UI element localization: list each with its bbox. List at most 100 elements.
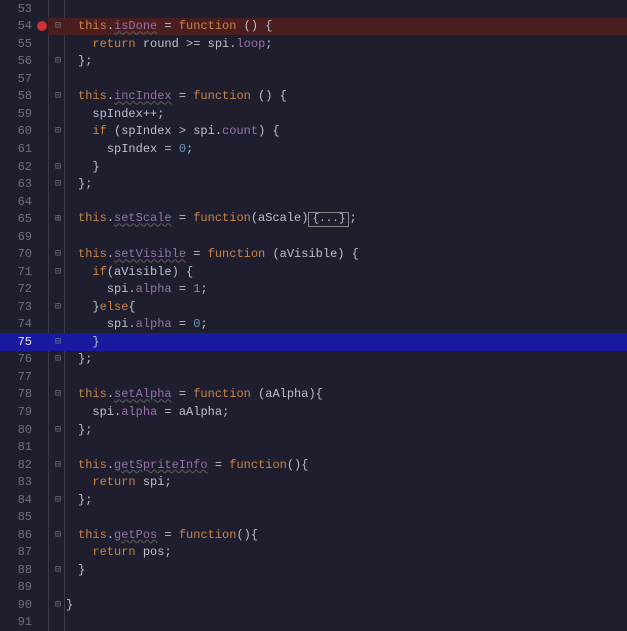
code-content[interactable]: spi.alpha = 1; <box>66 282 627 296</box>
code-line-71[interactable]: 71⊟ if(aVisible) { <box>0 263 627 281</box>
code-line-90[interactable]: 90⊟} <box>0 596 627 614</box>
token: . <box>107 211 114 225</box>
code-line-91[interactable]: 91 <box>0 614 627 631</box>
token: . <box>128 282 135 296</box>
fold-collapse-icon[interactable]: ⊟ <box>50 55 66 67</box>
fold-expand-icon[interactable]: ⊞ <box>50 213 66 225</box>
fold-collapse-icon[interactable]: ⊟ <box>50 459 66 471</box>
code-content[interactable]: return pos; <box>66 545 627 559</box>
code-content[interactable]: }; <box>66 54 627 68</box>
code-content[interactable]: spi.alpha = aAlpha; <box>66 405 627 419</box>
token: spi <box>186 124 215 138</box>
code-line-56[interactable]: 56⊟}; <box>0 53 627 71</box>
code-content[interactable]: } <box>66 335 627 349</box>
line-number: 88 <box>0 563 34 577</box>
code-line-77[interactable]: 77 <box>0 368 627 386</box>
token: = <box>172 282 194 296</box>
code-content[interactable]: this.incIndex = function () { <box>66 89 627 103</box>
token: spi <box>136 475 165 489</box>
code-content[interactable]: this.getPos = function(){ <box>66 528 627 542</box>
code-line-85[interactable]: 85 <box>0 508 627 526</box>
code-line-84[interactable]: 84⊟}; <box>0 491 627 509</box>
fold-collapse-icon[interactable]: ⊟ <box>50 178 66 190</box>
breakpoint-gutter[interactable] <box>34 21 50 31</box>
code-content[interactable]: if (spIndex > spi.count) { <box>66 124 627 138</box>
fold-collapse-icon[interactable]: ⊟ <box>50 20 66 32</box>
code-line-55[interactable]: 55 return round >= spi.loop; <box>0 35 627 53</box>
code-line-69[interactable]: 69 <box>0 228 627 246</box>
code-content[interactable]: }; <box>66 493 627 507</box>
code-line-79[interactable]: 79 spi.alpha = aAlpha; <box>0 403 627 421</box>
code-content[interactable]: }; <box>66 352 627 366</box>
code-content[interactable]: return spi; <box>66 475 627 489</box>
code-line-63[interactable]: 63⊟}; <box>0 175 627 193</box>
code-line-72[interactable]: 72 spi.alpha = 1; <box>0 281 627 299</box>
code-line-75[interactable]: 75⊟ } <box>0 333 627 351</box>
code-content[interactable]: } <box>66 598 627 612</box>
token: } <box>78 335 100 349</box>
code-line-87[interactable]: 87 return pos; <box>0 543 627 561</box>
token: this <box>78 247 107 261</box>
code-content[interactable]: }; <box>66 177 627 191</box>
fold-collapse-icon[interactable]: ⊟ <box>50 564 66 576</box>
fold-collapse-icon[interactable]: ⊟ <box>50 248 66 260</box>
code-content[interactable]: spIndex++; <box>66 107 627 121</box>
code-line-80[interactable]: 80⊟}; <box>0 421 627 439</box>
fold-collapse-icon[interactable]: ⊟ <box>50 494 66 506</box>
code-editor[interactable]: 5354⊟this.isDone = function () {55 retur… <box>0 0 627 631</box>
code-line-57[interactable]: 57 <box>0 70 627 88</box>
token: setAlpha <box>114 387 172 401</box>
code-line-73[interactable]: 73⊟ }else{ <box>0 298 627 316</box>
fold-collapse-icon[interactable]: ⊟ <box>50 336 66 348</box>
token: ; <box>157 107 164 121</box>
fold-collapse-icon[interactable]: ⊟ <box>50 529 66 541</box>
code-line-61[interactable]: 61 spIndex = 0; <box>0 140 627 158</box>
token: this <box>78 387 107 401</box>
code-line-64[interactable]: 64 <box>0 193 627 211</box>
code-content[interactable]: spi.alpha = 0; <box>66 317 627 331</box>
fold-collapse-icon[interactable]: ⊟ <box>50 161 66 173</box>
code-line-60[interactable]: 60⊟ if (spIndex > spi.count) { <box>0 123 627 141</box>
code-content[interactable]: this.setAlpha = function (aAlpha){ <box>66 387 627 401</box>
fold-collapse-icon[interactable]: ⊟ <box>50 353 66 365</box>
code-content[interactable]: this.isDone = function () { <box>66 19 627 33</box>
code-content[interactable]: if(aVisible) { <box>66 265 627 279</box>
code-content[interactable]: } <box>66 563 627 577</box>
code-line-81[interactable]: 81 <box>0 438 627 456</box>
code-line-59[interactable]: 59 spIndex++; <box>0 105 627 123</box>
code-content[interactable]: this.setScale = function(aScale){...}; <box>66 211 627 227</box>
line-number: 61 <box>0 142 34 156</box>
code-content[interactable]: this.setVisible = function (aVisible) { <box>66 247 627 261</box>
token: spIndex <box>121 124 179 138</box>
code-content[interactable]: }; <box>66 423 627 437</box>
fold-collapse-icon[interactable]: ⊟ <box>50 424 66 436</box>
code-content[interactable]: return round >= spi.loop; <box>66 37 627 51</box>
token: ) { <box>258 124 280 138</box>
fold-collapse-icon[interactable]: ⊟ <box>50 90 66 102</box>
token: = <box>186 247 208 261</box>
fold-collapse-icon[interactable]: ⊟ <box>50 599 66 611</box>
code-line-65[interactable]: 65⊞this.setScale = function(aScale){...}… <box>0 210 627 228</box>
code-line-78[interactable]: 78⊟this.setAlpha = function (aAlpha){ <box>0 386 627 404</box>
code-content[interactable]: spIndex = 0; <box>66 142 627 156</box>
code-content[interactable]: this.getSpriteInfo = function(){ <box>66 458 627 472</box>
fold-collapse-icon[interactable]: ⊟ <box>50 266 66 278</box>
code-line-53[interactable]: 53 <box>0 0 627 18</box>
code-line-82[interactable]: 82⊟this.getSpriteInfo = function(){ <box>0 456 627 474</box>
code-line-58[interactable]: 58⊟this.incIndex = function () { <box>0 88 627 106</box>
code-line-76[interactable]: 76⊟}; <box>0 351 627 369</box>
fold-collapse-icon[interactable]: ⊟ <box>50 125 66 137</box>
code-line-86[interactable]: 86⊟this.getPos = function(){ <box>0 526 627 544</box>
code-line-62[interactable]: 62⊟ } <box>0 158 627 176</box>
code-content[interactable]: }else{ <box>66 300 627 314</box>
code-line-89[interactable]: 89 <box>0 579 627 597</box>
breakpoint-dot-icon[interactable] <box>37 21 47 31</box>
code-line-83[interactable]: 83 return spi; <box>0 473 627 491</box>
code-line-74[interactable]: 74 spi.alpha = 0; <box>0 316 627 334</box>
code-content[interactable]: } <box>66 160 627 174</box>
code-line-88[interactable]: 88 ⊟} <box>0 561 627 579</box>
code-line-70[interactable]: 70⊟this.setVisible = function (aVisible)… <box>0 245 627 263</box>
code-line-54[interactable]: 54⊟this.isDone = function () { <box>0 18 627 36</box>
fold-collapse-icon[interactable]: ⊟ <box>50 388 66 400</box>
fold-collapse-icon[interactable]: ⊟ <box>50 301 66 313</box>
